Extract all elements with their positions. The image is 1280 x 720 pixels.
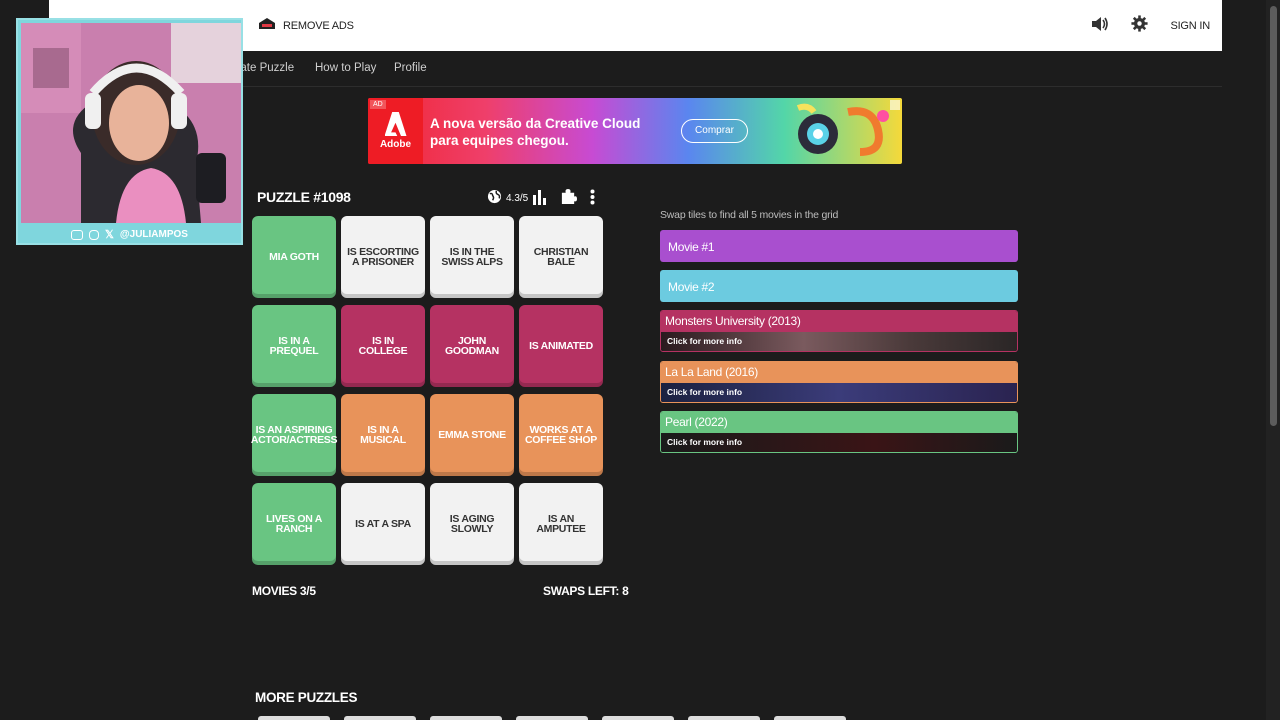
- rating-value: 4.3/5: [506, 192, 529, 204]
- adobe-logo-mark: [384, 112, 407, 136]
- grid-tile[interactable]: IS ANIMATED: [519, 305, 603, 387]
- grid-tile[interactable]: IS ESCORTING A PRISONER: [341, 216, 425, 298]
- puzzle-piece-icon[interactable]: [560, 188, 577, 210]
- movie-slot-5[interactable]: Pearl (2022) Click for more info: [660, 411, 1018, 453]
- puzzle-header-icons: [533, 188, 595, 210]
- more-puzzles-list: [258, 716, 846, 720]
- grid-tile[interactable]: IS AN ASPIRING ACTOR/ACTRESS: [251, 394, 337, 476]
- rating[interactable]: 4.3/5: [487, 189, 528, 207]
- remove-ads-label: REMOVE ADS: [283, 19, 354, 32]
- grid-tile[interactable]: EMMA STONE: [430, 394, 514, 476]
- puzzle-card[interactable]: [774, 716, 846, 720]
- movie-slot-3[interactable]: Monsters University (2013) Click for mor…: [660, 310, 1018, 352]
- puzzle-card[interactable]: [688, 716, 760, 720]
- grid-tile[interactable]: IS IN COLLEGE: [341, 305, 425, 387]
- x-icon: 𝕏: [105, 229, 114, 241]
- webcam-video: [21, 23, 241, 223]
- ad-banner[interactable]: Adobe AD A nova versão da Creative Cloud…: [368, 98, 902, 164]
- webcam-overlay: 𝕏 @JULIAMPOS: [16, 18, 243, 245]
- swaps-left: SWAPS LEFT: 8: [543, 584, 629, 598]
- more-info-link[interactable]: Click for more info: [661, 332, 1017, 351]
- movie-slot-4[interactable]: La La Land (2016) Click for more info: [660, 361, 1018, 403]
- movies-found-count: MOVIES 3/5: [252, 584, 316, 598]
- no-ads-icon: [257, 17, 277, 34]
- puzzle-card[interactable]: [430, 716, 502, 720]
- puzzle-card[interactable]: [344, 716, 416, 720]
- more-puzzles-heading: MORE PUZZLES: [255, 690, 358, 705]
- handle-text: @JULIAMPOS: [119, 229, 188, 240]
- grid-tile[interactable]: IS IN A PREQUEL: [252, 305, 336, 387]
- ad-cta-button[interactable]: Comprar: [681, 119, 748, 143]
- movie-title: Monsters University (2013): [661, 311, 1017, 332]
- remove-ads-button[interactable]: REMOVE ADS: [257, 17, 354, 34]
- more-info-link[interactable]: Click for more info: [661, 433, 1017, 452]
- grid-tile[interactable]: WORKS AT A COFFEE SHOP: [519, 394, 603, 476]
- puzzle-card[interactable]: [516, 716, 588, 720]
- instagram-icon: [89, 229, 100, 240]
- more-options-icon[interactable]: [590, 189, 595, 210]
- nav-create-puzzle[interactable]: eate Puzzle: [234, 62, 294, 74]
- nav-profile[interactable]: Profile: [394, 62, 427, 74]
- grid-tile[interactable]: JOHN GOODMAN: [430, 305, 514, 387]
- globe-icon: [487, 189, 502, 207]
- streamer-handle: 𝕏 @JULIAMPOS: [18, 228, 241, 241]
- ad-close-icon[interactable]: [890, 100, 900, 110]
- movie-slot-2: Movie #2: [660, 270, 1018, 302]
- grid-tile[interactable]: LIVES ON A RANCH: [252, 483, 336, 565]
- grid-tile[interactable]: IS AT A SPA: [341, 483, 425, 565]
- top-right-controls: SIGN IN: [1091, 15, 1210, 37]
- puzzle-card[interactable]: [602, 716, 674, 720]
- puzzle-grid: MIA GOTH IS ESCORTING A PRISONER IS IN T…: [251, 216, 603, 565]
- instructions-text: Swap tiles to find all 5 movies in the g…: [660, 209, 839, 221]
- puzzle-title: PUZZLE #1098: [257, 189, 351, 205]
- puzzle-card[interactable]: [258, 716, 330, 720]
- page-scrollbar[interactable]: [1266, 0, 1280, 720]
- grid-tile[interactable]: IS IN A MUSICAL: [341, 394, 425, 476]
- ad-headline-line2: para equipes chegou.: [430, 133, 569, 148]
- stats-icon[interactable]: [533, 189, 547, 210]
- youtube-icon: [71, 229, 84, 240]
- more-info-link[interactable]: Click for more info: [661, 383, 1017, 402]
- grid-tile[interactable]: IS AN AMPUTEE: [519, 483, 603, 565]
- settings-gear-icon[interactable]: [1131, 15, 1149, 37]
- movie-title: Pearl (2022): [661, 412, 1017, 433]
- nav-how-to-play[interactable]: How to Play: [315, 62, 376, 74]
- scrollbar-thumb[interactable]: [1270, 6, 1277, 426]
- movie-slot-1: Movie #1: [660, 230, 1018, 262]
- ad-tag: AD: [370, 100, 386, 109]
- movie-title: La La Land (2016): [661, 362, 1017, 383]
- grid-tile[interactable]: IS AGING SLOWLY: [430, 483, 514, 565]
- sign-in-link[interactable]: SIGN IN: [1170, 20, 1210, 32]
- grid-tile[interactable]: MIA GOTH: [252, 216, 336, 298]
- ad-artwork: [796, 103, 889, 156]
- grid-tile[interactable]: IS IN THE SWISS ALPS: [430, 216, 514, 298]
- ad-headline: A nova versão da Creative Cloud para equ…: [430, 115, 640, 149]
- ad-brand-text: Adobe: [379, 139, 412, 150]
- ad-headline-line1: A nova versão da Creative Cloud: [430, 116, 641, 131]
- grid-tile[interactable]: CHRISTIAN BALE: [519, 216, 603, 298]
- volume-icon[interactable]: [1091, 16, 1109, 37]
